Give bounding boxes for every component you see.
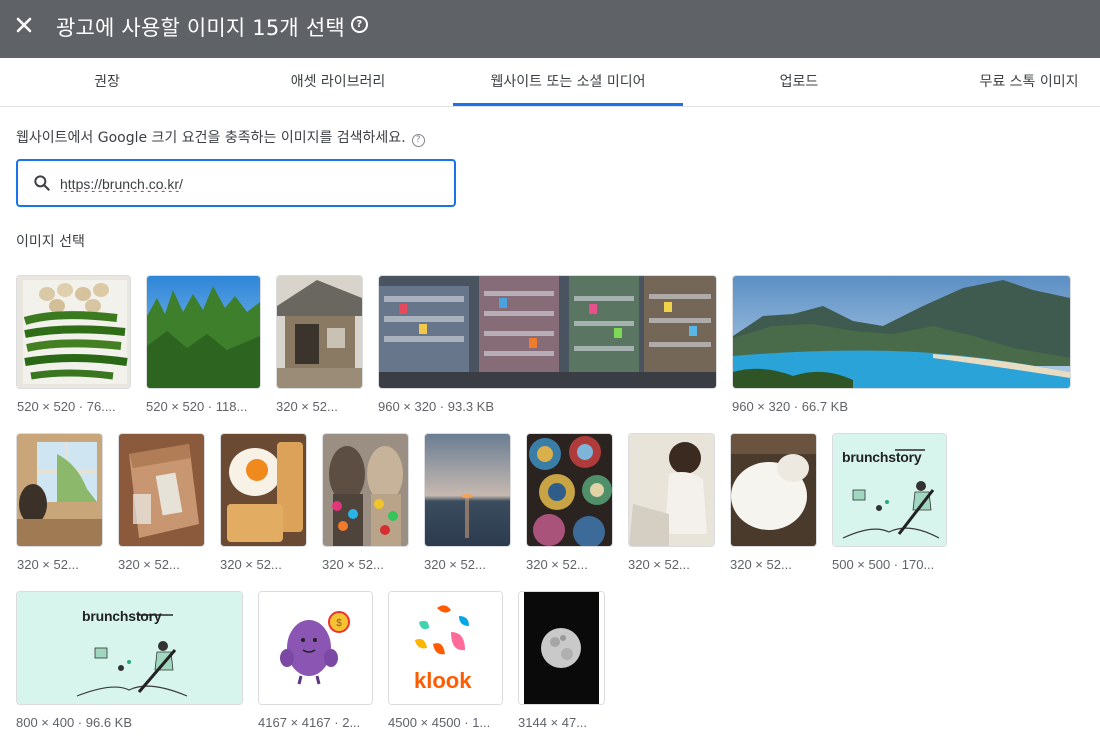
image-caption: 320 × 52...	[730, 557, 792, 572]
dialog-title-text: 광고에 사용할 이미지 15개 선택	[56, 16, 345, 40]
tab-stock-images[interactable]: 무료 스톡 이미지	[966, 58, 1092, 106]
image-caption: 320 × 52...	[17, 557, 79, 572]
image-thumb-house[interactable]	[276, 275, 363, 389]
image-caption: 500 × 500 · 170...	[832, 557, 935, 572]
source-tabs: 권장 애셋 라이브러리 웹사이트 또는 소셜 미디어 업로드 무료 스톡 이미지	[0, 58, 1100, 107]
image-thumb-child[interactable]	[628, 433, 715, 547]
help-icon[interactable]: ?	[350, 16, 368, 33]
image-thumb-moon[interactable]	[518, 591, 605, 705]
image-caption: 320 × 52...	[628, 557, 690, 572]
instruction-label: 웹사이트에서 Google 크기 요건을 충족하는 이미지를 검색하세요.	[16, 130, 406, 146]
image-thumb-peppers[interactable]	[16, 275, 131, 389]
section-label: 이미지 선택	[16, 234, 85, 250]
image-thumb-egg[interactable]	[220, 433, 307, 547]
image-caption: 3144 × 47...	[518, 715, 588, 730]
close-icon[interactable]	[12, 13, 36, 37]
image-thumb-shop[interactable]	[378, 275, 717, 389]
image-thumb-bowls[interactable]	[526, 433, 613, 547]
image-caption: 320 × 52...	[118, 557, 180, 572]
dialog-header: 광고에 사용할 이미지 15개 선택?	[0, 0, 1100, 58]
tab-upload[interactable]: 업로드	[744, 58, 854, 106]
instruction-text: 웹사이트에서 Google 크기 요건을 충족하는 이미지를 검색하세요.?	[16, 127, 425, 147]
image-thumb-sunset[interactable]	[424, 433, 511, 547]
image-thumb-bay[interactable]	[732, 275, 1071, 389]
image-caption: 320 × 52...	[276, 399, 338, 414]
image-caption: 320 × 52...	[322, 557, 384, 572]
image-caption: 320 × 52...	[424, 557, 486, 572]
svg-text:$: $	[336, 618, 342, 629]
tab-recommended[interactable]: 권장	[52, 58, 162, 106]
brunchstory-banner-text: brunchstory	[82, 608, 162, 624]
url-input[interactable]	[60, 173, 440, 195]
image-caption: 520 × 520 · 76....	[17, 399, 116, 414]
image-thumb-cat[interactable]	[16, 433, 103, 547]
image-thumb-alpaca[interactable]	[322, 433, 409, 547]
image-caption: 960 × 320 · 66.7 KB	[732, 399, 849, 414]
image-caption: 320 × 52...	[526, 557, 588, 572]
image-caption: 800 × 400 · 96.6 KB	[16, 715, 133, 730]
image-thumb-character[interactable]: $	[258, 591, 373, 705]
image-caption: 4500 × 4500 · 1...	[388, 715, 491, 730]
image-caption: 320 × 52...	[220, 557, 282, 572]
tab-website-social[interactable]: 웹사이트 또는 소셜 미디어	[453, 58, 683, 106]
image-thumb-box[interactable]	[118, 433, 205, 547]
image-thumb-trees[interactable]	[146, 275, 261, 389]
image-thumb-dog[interactable]	[730, 433, 817, 547]
url-search-box[interactable]	[16, 159, 456, 207]
search-icon	[34, 175, 50, 191]
tab-asset-library[interactable]: 애셋 라이브러리	[268, 58, 408, 106]
help-circle-icon[interactable]: ?	[411, 134, 425, 147]
brunchstory-logo-text: brunchstory	[842, 449, 922, 465]
dialog-title: 광고에 사용할 이미지 15개 선택?	[56, 12, 368, 42]
image-caption: 960 × 320 · 93.3 KB	[378, 399, 495, 414]
image-caption: 4167 × 4167 · 2...	[258, 715, 361, 730]
klook-logo-text: klook	[414, 668, 472, 693]
image-caption: 520 × 520 · 118...	[146, 399, 248, 414]
